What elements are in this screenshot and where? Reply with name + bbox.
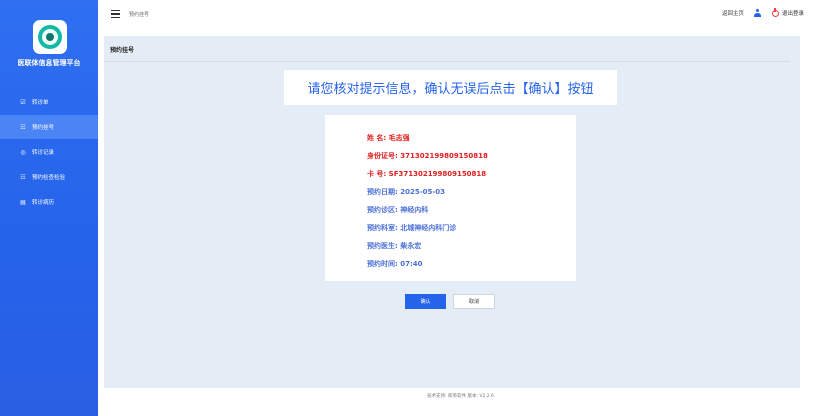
sidebar-item-label: 转诊单: [32, 100, 49, 106]
sidebar-item-label: 预约检查检验: [32, 175, 66, 181]
logo-emblem-icon: [38, 25, 62, 49]
header-actions: 返回主页 退出登录: [722, 8, 804, 17]
appointment-info-card: 姓 名: 毛志强 身份证号: 371302199809150818 卡 号: S…: [325, 115, 576, 281]
patient-card-number: 卡 号: SF371302199809150818: [367, 170, 487, 178]
sidebar-item-label: 预约挂号: [32, 125, 55, 131]
footer: 技术支持: 郎英软件 版本: V2.2.6: [427, 394, 494, 399]
cancel-button[interactable]: 取消: [453, 294, 495, 309]
sidebar-item-referral-form[interactable]: ☑ 转诊单: [0, 90, 98, 114]
appointment-doctor: 预约医生: 柴永宏: [367, 242, 422, 250]
patient-name: 姓 名: 毛志强: [367, 134, 410, 142]
patient-id-number: 身份证号: 371302199809150818: [367, 152, 488, 160]
appointment-department: 预约科室: 北城神经内科门诊: [367, 224, 457, 232]
appointment-time: 预约时间: 07:40: [367, 260, 423, 268]
sidebar-item-case[interactable]: ▤ 转诊病历: [0, 190, 98, 214]
confirm-button[interactable]: 确认: [405, 294, 446, 309]
logout-button[interactable]: 退出登录: [771, 8, 804, 17]
home-link[interactable]: 返回主页: [722, 9, 744, 17]
sidebar-item-label: 转诊记录: [32, 150, 55, 156]
case-icon: ▤: [20, 198, 26, 206]
platform-name: 医联体信息管理平台: [17, 59, 81, 67]
main-content: 预约挂号 请您核对提示信息，确认无误后点击【确认】按钮 姓 名: 毛志强 身份证…: [104, 36, 800, 388]
record-icon: ◎: [20, 148, 26, 156]
sidebar-item-referral-record[interactable]: ◎ 转诊记录: [0, 140, 98, 164]
user-icon[interactable]: [753, 9, 761, 17]
logo: [33, 20, 67, 54]
menu-toggle-icon[interactable]: [111, 10, 120, 19]
appointment-area: 预约诊区: 神经内科: [367, 206, 429, 214]
page-title: 预约挂号: [110, 47, 135, 54]
power-icon: [771, 8, 779, 17]
divider: [104, 61, 790, 62]
logout-label: 退出登录: [781, 11, 804, 17]
sidebar-item-label: 转诊病历: [32, 200, 55, 206]
header: 预约挂号 返回主页 退出登录: [98, 0, 823, 32]
appointment-date: 预约日期: 2025-05-03: [367, 188, 446, 196]
sidebar: 医联体信息管理平台 ☑ 转诊单 ☷ 预约挂号 ◎ 转诊记录 ☷ 预约检查检验 ▤…: [0, 0, 98, 416]
confirm-prompt: 请您核对提示信息，确认无误后点击【确认】按钮: [284, 70, 617, 105]
sidebar-item-exam[interactable]: ☷ 预约检查检验: [0, 165, 98, 189]
exam-icon: ☷: [20, 173, 26, 181]
form-icon: ☑: [20, 98, 26, 106]
sidebar-item-appointment[interactable]: ☷ 预约挂号: [0, 115, 98, 139]
register-icon: ☷: [20, 123, 26, 131]
breadcrumb: 预约挂号: [129, 12, 150, 18]
confirm-prompt-text: 请您核对提示信息，确认无误后点击【确认】按钮: [307, 82, 594, 97]
